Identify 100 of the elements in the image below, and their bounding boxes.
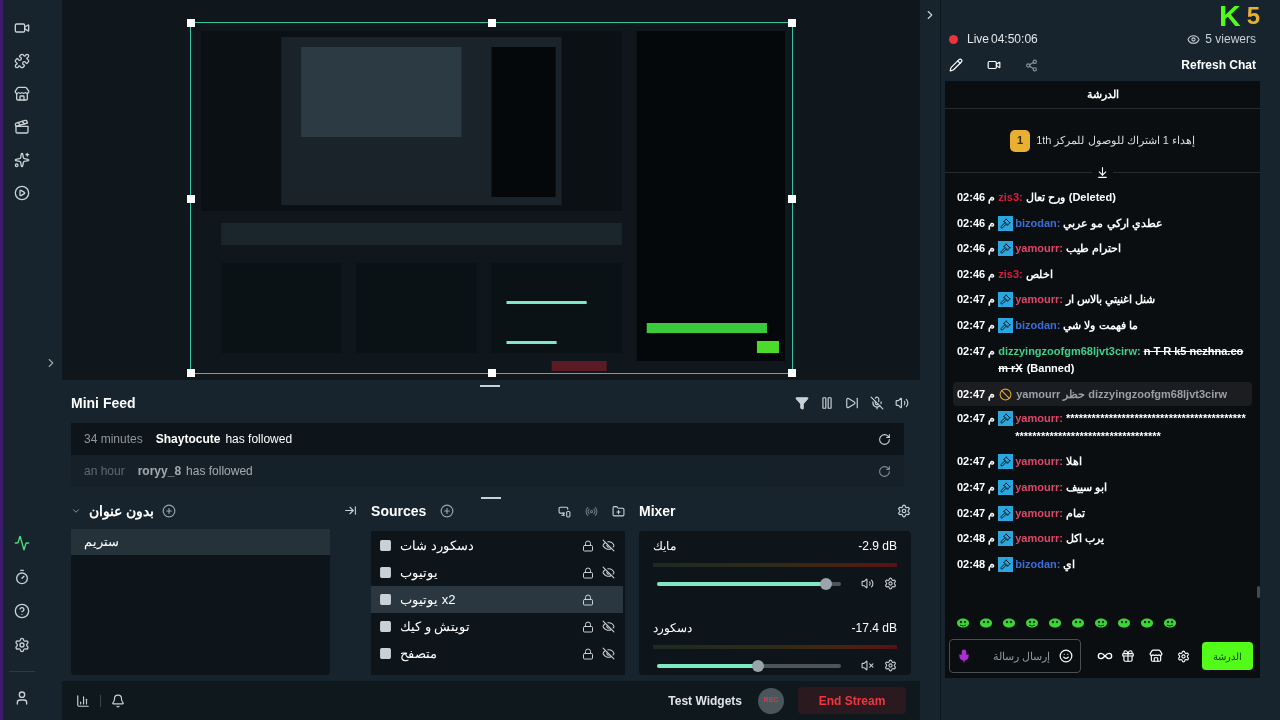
feed-username: roryy_8 [137,463,182,480]
refresh-chat-button[interactable]: Refresh Chat [1181,56,1256,74]
source-item[interactable]: يوتيوب [371,559,624,586]
hidden-icon[interactable] [602,620,616,633]
source-item[interactable]: تويتش و كيك [371,613,624,640]
play-icon[interactable] [13,185,30,201]
source-icon [379,620,393,633]
scene-collection-title[interactable]: بدون عنوان [89,500,154,522]
logo-letter: K [1218,2,1241,30]
speaker-icon[interactable] [861,577,874,590]
refresh-icon[interactable] [878,432,891,446]
source-item[interactable]: متصفح [371,640,624,667]
camera-icon[interactable] [13,20,30,36]
hidden-icon[interactable] [602,566,616,579]
panel-title: Mini Feed [71,393,136,413]
moderator-badge-icon [998,480,1014,496]
source-icon [379,566,393,579]
settings-icon[interactable] [897,504,911,518]
panel-title: Sources [371,501,427,521]
app-icon[interactable] [13,569,30,585]
hidden-icon[interactable] [602,647,616,660]
slider-thumb[interactable] [752,659,765,672]
logo-digit: 5 [1246,2,1260,30]
resize-handle[interactable] [787,369,796,377]
settings-icon[interactable] [884,577,897,590]
gift-icon[interactable] [1121,649,1135,663]
add-icon[interactable] [440,504,455,518]
edit-icon[interactable] [949,58,963,72]
lock-icon[interactable] [582,647,595,660]
collapse-panel-icon[interactable] [343,504,357,517]
mute-alerts-icon[interactable] [870,396,884,410]
app-icon[interactable] [13,535,30,551]
test-widgets-button[interactable]: Test Widgets [668,691,742,710]
settings-icon[interactable] [13,637,30,653]
skip-icon[interactable] [845,396,859,410]
filter-icon[interactable] [795,396,809,410]
ban-icon [999,387,1013,401]
chat-message: yamourr: **************************************************************************** [1015,411,1247,444]
viewers-icon [1187,32,1201,46]
camera-icon[interactable] [987,58,1001,72]
feed-username: Shaytocute [155,431,221,448]
share-icon[interactable] [1025,58,1038,72]
settings-icon[interactable] [884,659,897,672]
slider-thumb[interactable] [820,577,833,590]
feed-action: has followed [186,463,253,480]
rank-badge: 1 [1010,129,1031,152]
scene-item[interactable]: ستريم [71,529,330,555]
resize-handle[interactable] [787,19,796,27]
broadcast-icon[interactable] [585,504,598,518]
ban-notice: yamourr حظر dizzyingzoofgm68ljvt3cirw [1016,386,1228,403]
stats-icon[interactable] [76,693,90,708]
source-icon [379,593,393,606]
moderator-badge-icon [998,241,1014,257]
muted-speaker-icon[interactable] [861,659,874,672]
message-time: 02:47 م [957,411,996,427]
resize-handle[interactable] [186,19,195,27]
hidden-icon[interactable] [602,539,616,552]
source-item[interactable]: يوتيوب x2 [371,586,624,613]
moderator-badge-icon [998,505,1014,521]
message-input[interactable]: إرسال رسالة [949,639,1081,673]
emoji-icon[interactable] [1059,649,1073,663]
source-icon [379,539,393,552]
moderator-badge-icon [998,556,1014,572]
add-icon[interactable] [161,504,176,518]
channel-name: مايك [653,538,676,555]
resize-handle[interactable] [487,369,496,377]
resize-handle[interactable] [487,19,496,27]
lock-icon[interactable] [582,620,595,633]
resize-handle[interactable] [787,195,796,203]
help-icon[interactable] [13,603,30,619]
clapperboard-icon[interactable] [13,119,30,135]
lock-icon[interactable] [582,539,595,552]
message-time: 02:48 م [957,556,996,573]
add-folder-icon[interactable] [612,504,625,518]
end-stream-button[interactable]: End Stream [798,687,906,714]
sparkles-icon[interactable] [13,152,30,168]
channel-name: دسكورد [653,620,692,637]
source-item[interactable]: دسكورد شات [371,532,624,559]
pause-icon[interactable] [820,396,834,410]
refresh-icon[interactable] [878,464,891,478]
message-time: 02:47 م [957,480,996,496]
resize-handle[interactable] [186,195,195,203]
lock-icon[interactable] [582,593,595,606]
store-icon[interactable] [1149,649,1163,663]
notification-icon[interactable] [111,693,125,708]
device-icon[interactable] [558,504,571,518]
collapse-icon[interactable] [71,506,81,516]
feed-time: an hour [84,463,125,480]
resize-handle[interactable] [186,369,195,377]
message-time: 02:46 م [957,266,996,283]
chat-message: dizzyingzoofgm68ljvt3cirw: n T R k5 nezhna.com rX (Banned) [998,343,1245,377]
send-button[interactable]: الدرشة [1202,642,1253,670]
volume-icon[interactable] [895,396,909,410]
message-time: 02:47 م [957,386,996,403]
store-icon[interactable] [13,86,30,102]
message-time: 02:48 م [957,531,996,547]
collapse-pinned-icon[interactable] [1096,166,1109,179]
puzzle-icon[interactable] [13,53,30,69]
message-time: 02:46 م [957,215,996,232]
lock-icon[interactable] [582,566,595,579]
